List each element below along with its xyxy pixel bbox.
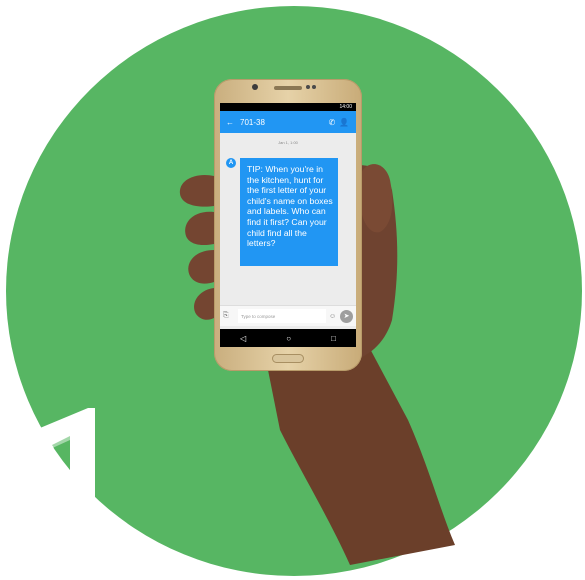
step-number-one-graphic [40,408,95,572]
